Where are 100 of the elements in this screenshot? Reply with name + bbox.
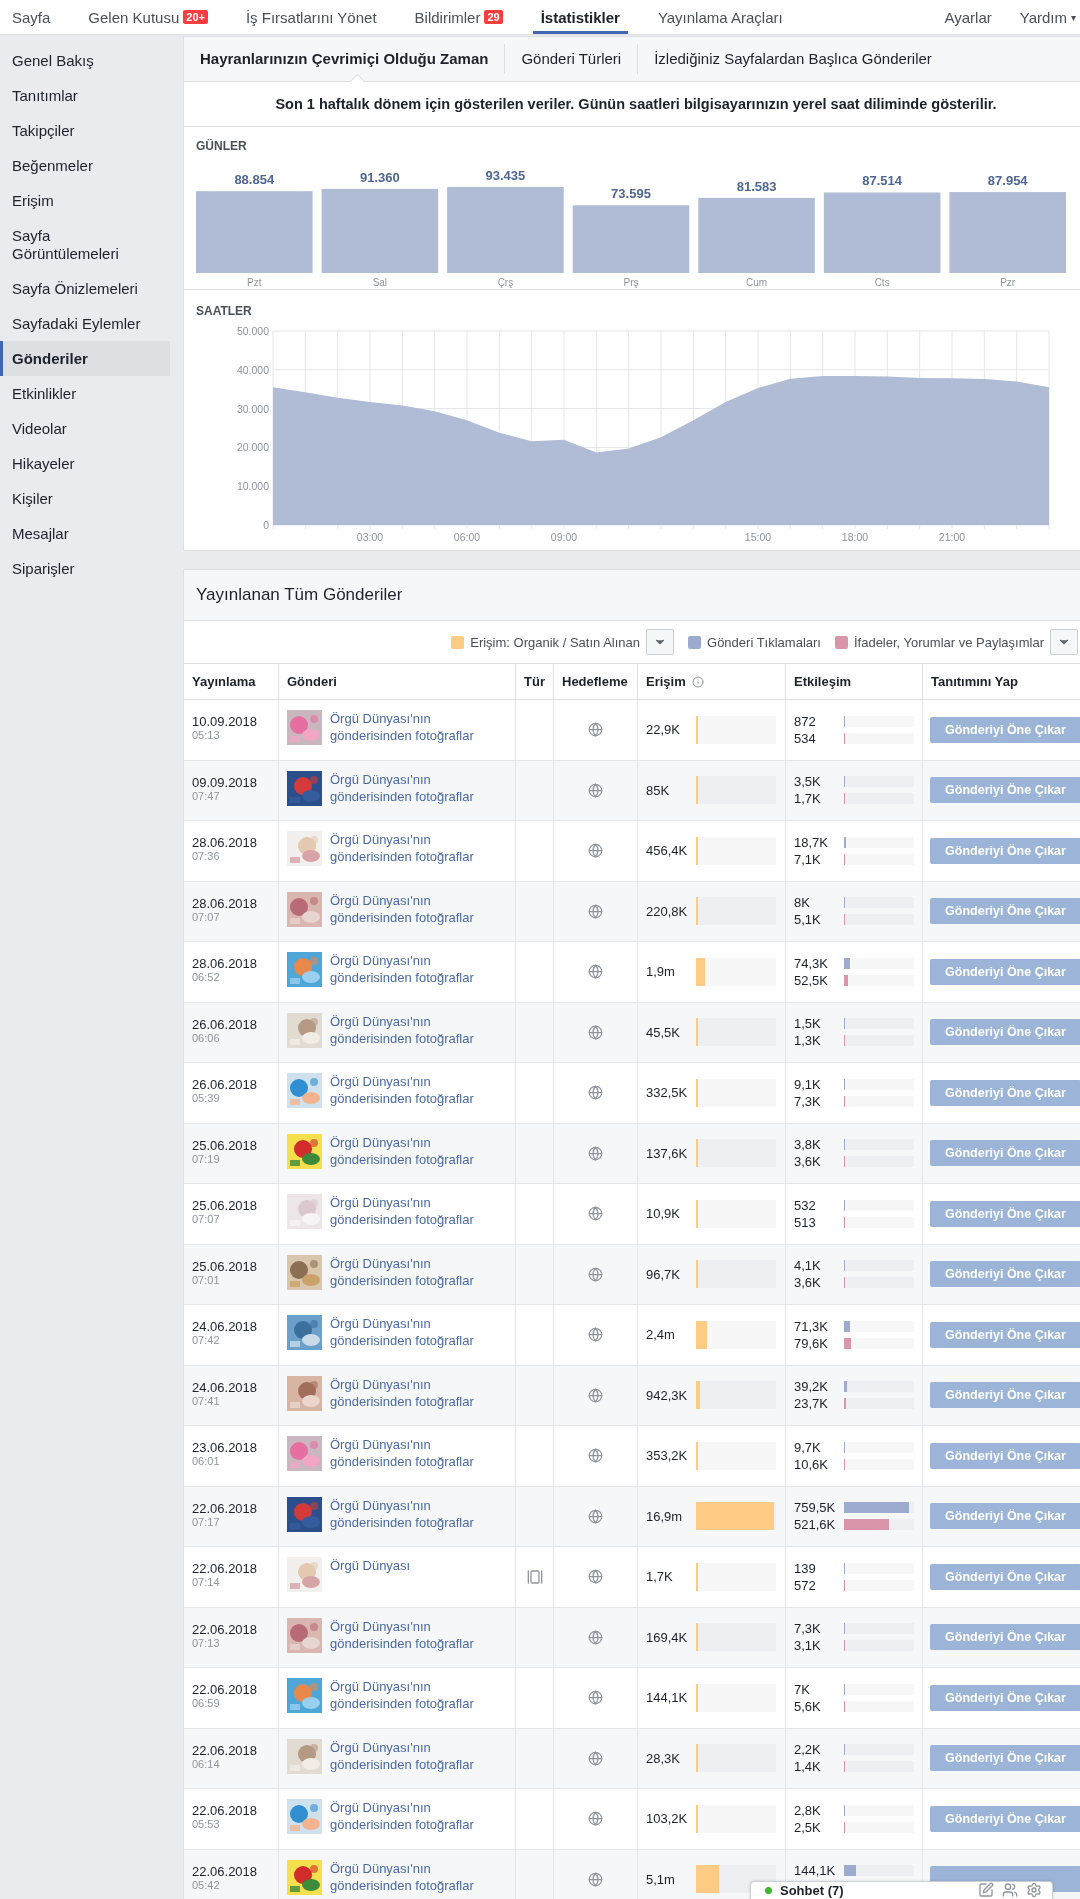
reactions-value: 52,5K [794,972,829,988]
tab[interactable]: Gönderi Türleri [521,44,622,74]
post-link[interactable]: Örgü Dünyası'nın gönderisinden fotoğraflar [330,1133,507,1168]
sidebar-item[interactable]: Tanıtımlar [0,78,170,113]
sidebar-item[interactable]: Mesajlar [0,516,170,551]
post-link[interactable]: Örgü Dünyası'nın gönderisinden fotoğraflar [330,1738,507,1773]
reach-value: 96,7K [646,1266,681,1282]
bar-value-label: 81.583 [736,178,777,194]
axis-label: Prş [623,277,639,288]
post-link[interactable]: Örgü Dünyası'nın gönderisinden fotoğraflar [330,891,507,926]
reach-value: 103,2K [646,1811,689,1827]
nav-tab[interactable]: Yayınlama Araçları [649,0,791,34]
post-time: 07:07 [192,910,220,923]
post-link[interactable]: Örgü Dünyası'nın gönderisinden fotoğraflar [330,1375,507,1410]
post-date: 22.06.2018 [192,1621,258,1637]
chat-dialog[interactable]: Sohbet (7) [750,1881,1053,1899]
post-link[interactable]: Örgü Dünyası'nın gönderisinden fotoğraflar [330,710,507,744]
legend-label: Erişim: Organik / Satın Alınan [470,634,641,650]
sidebar-item[interactable]: Genel Bakış [0,43,170,78]
post-link[interactable]: Örgü Dünyası'nın gönderisinden fotoğraflar [330,1496,507,1531]
sidebar-item[interactable]: Sayfa Önizlemeleri [0,271,170,306]
axis-label: 06:00 [453,531,481,543]
sidebar-item[interactable]: Videolar [0,411,170,446]
post-link[interactable]: Örgü Dünyası'nın gönderisinden fotoğraflar [330,770,507,805]
reach-value: 2,4m [646,1327,676,1343]
clicks-value: 2,8K [794,1802,822,1818]
post-time: 07:47 [192,789,220,802]
post-time: 06:01 [192,1455,220,1467]
post-link[interactable]: Örgü Dünyası'nın gönderisinden fotoğraflar [330,1859,507,1894]
nav-tab[interactable]: Gelen Kutusu 20+ [80,0,216,34]
globe-icon [588,1145,603,1161]
sidebar-item[interactable]: Siparişler [0,551,170,586]
clicks-value: 18,7K [794,834,829,850]
bar-value-label: 88.854 [234,172,275,188]
post-link[interactable]: Örgü Dünyası'nın gönderisinden fotoğraflar [330,1194,507,1228]
settings-icon[interactable] [1026,1882,1042,1898]
reactions-value: 2,5K [794,1819,822,1835]
count-badge: 20+ [183,10,208,24]
post-link[interactable]: Örgü Dünyası'nın gönderisinden fotoğraflar [330,1315,507,1349]
nav-tab[interactable]: İş Fırsatlarını Yönet [237,0,385,34]
post-link[interactable]: Örgü Dünyası'nın gönderisinden fotoğraflar [330,1012,507,1047]
sidebar-item[interactable]: Etkinlikler [0,376,170,411]
post-link[interactable]: Örgü Dünyası'nın gönderisinden fotoğraflar [330,1073,507,1107]
post-date: 22.06.2018 [192,1682,258,1697]
axis-label: Cum [746,277,768,288]
nav-tab[interactable]: Bildirimler 29 [406,0,511,34]
post-link[interactable]: Örgü Dünyası [330,1557,411,1574]
post-link[interactable]: Örgü Dünyası'nın gönderisinden fotoğraflar [330,831,507,865]
post-link[interactable]: Örgü Dünyası'nın gönderisinden fotoğraflar [330,1678,507,1712]
nav-tab[interactable]: Sayfa [4,0,59,34]
sidebar-item[interactable]: Beğenmeler [0,148,170,183]
reactions-value: 1,3K [794,1033,822,1049]
reactions-value: 1,4K [794,1759,822,1775]
nav-link[interactable]: Ayarlar [944,0,992,34]
axis-label: 10.000 [236,480,269,493]
post-link[interactable]: Örgü Dünyası'nın gönderisinden fotoğraflar [330,1254,507,1289]
post-date: 22.06.2018 [192,1742,258,1758]
sidebar-item[interactable]: Gönderiler [0,341,170,376]
post-date: 28.06.2018 [192,895,258,911]
tab[interactable]: İzlediğiniz Sayfalardan Başlıca Gönderiler [654,44,932,74]
column-header: Tür [524,674,545,689]
legend-label: Gönderi Tıklamaları [707,634,821,650]
post-time: 07:17 [192,1515,220,1528]
axis-label: Pzt [247,277,262,288]
reactions-value: 3,6K [794,1275,822,1291]
sidebar-item[interactable]: Erişim [0,183,170,218]
post-link[interactable]: Örgü Dünyası'nın gönderisinden fotoğraflar [330,952,507,986]
globe-icon [588,1387,603,1403]
post-time: 07:07 [192,1213,220,1225]
nav-link[interactable]: Yardım ▾ [1019,0,1076,34]
dropdown-button[interactable] [1050,629,1078,655]
sidebar-item[interactable]: Sayfadaki Eylemler [0,306,170,341]
clicks-value: 759,5K [794,1500,837,1516]
sidebar-item[interactable]: Sayfa Görüntülemeleri [0,218,170,271]
post-link[interactable]: Örgü Dünyası'nın gönderisinden fotoğraflar [330,1617,507,1652]
compose-icon[interactable] [978,1882,994,1898]
globe-icon [588,1206,603,1222]
post-link[interactable]: Örgü Dünyası'nın gönderisinden fotoğraflar [330,1799,507,1833]
sidebar-item[interactable]: Kişiler [0,481,170,516]
dropdown-button[interactable] [646,629,675,655]
clicks-value: 139 [794,1560,817,1576]
reactions-value: 572 [794,1577,817,1593]
sidebar-item[interactable]: Hikayeler [0,446,170,481]
post-date: 25.06.2018 [192,1258,258,1274]
globe-icon [588,903,603,919]
sidebar-item[interactable]: Takipçiler [0,113,170,148]
globe-icon [588,1811,603,1827]
people-icon[interactable] [1002,1882,1018,1898]
reach-value: 85K [646,782,671,798]
axis-label: 03:00 [356,531,384,543]
globe-icon [588,964,603,980]
tab[interactable]: Hayranlarınızın Çevrimiçi Olduğu Zaman [200,44,489,74]
column-header: Erişim [646,674,686,689]
reach-value: 456,4K [646,843,689,859]
bar-value-label: 87.514 [862,173,903,189]
reactions-value: 3,6K [794,1154,822,1170]
clicks-value: 1,5K [794,1016,822,1032]
post-link[interactable]: Örgü Dünyası'nın gönderisinden fotoğraflar [330,1436,507,1470]
globe-icon [588,1024,603,1040]
post-time: 05:13 [192,729,220,741]
